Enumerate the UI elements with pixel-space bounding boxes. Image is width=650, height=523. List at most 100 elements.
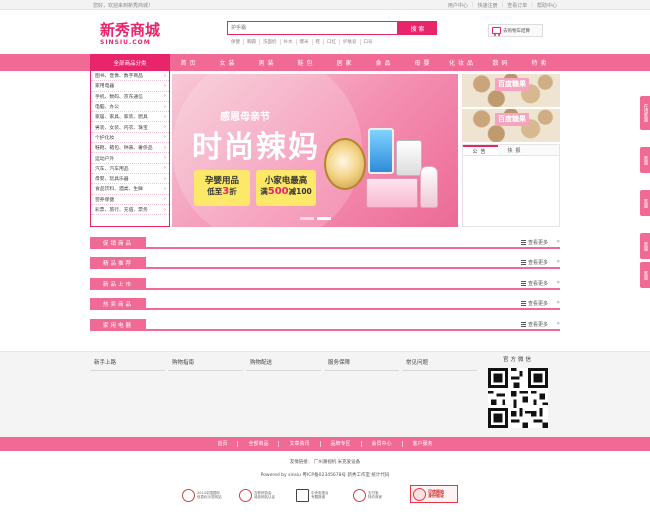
footer-link-member[interactable]: 会员中心 [362,441,403,447]
category-item[interactable]: 图书、音像、数字商品 › [91,71,169,82]
nav-item-home-living[interactable]: 居家 [326,54,365,71]
category-label: 手机、数码、京东通信 [95,94,143,100]
view-more-link[interactable]: 查看更多 [520,321,548,328]
category-item[interactable]: 汽车、汽车用品 › [91,164,169,174]
tab-announcement[interactable]: 公告 [463,145,498,155]
help-faq[interactable]: 常见问题 [402,358,477,371]
category-item[interactable]: 营养保健 › [91,195,169,205]
category-label: 电脑、办公 [95,105,119,111]
nav-item-home[interactable]: 首页 [170,54,209,71]
category-label: 个护化妆 [95,135,115,141]
banner-dot[interactable] [300,217,314,220]
category-item[interactable]: 男装、女装、内衣、珠宝 › [91,122,169,133]
all-categories-button[interactable]: 全部商品分类 [90,54,170,71]
cart-button[interactable]: 去购物车结算 [488,24,543,37]
phone-product-image [368,128,394,174]
category-label: 运动户外 [95,156,115,162]
category-item[interactable]: 彩票、旅行、充值、票务 › [91,205,169,216]
view-more-link[interactable]: 查看更多 [520,239,548,246]
view-more-link[interactable]: 查看更多 [520,259,548,266]
nav-item-bags[interactable]: 鞋包 [287,54,326,71]
help-guide[interactable]: 购物指南 [168,358,243,371]
search-button[interactable]: 搜 索 [398,21,437,35]
footer-link-service[interactable]: 客户服务 [403,441,443,447]
top-link-orders[interactable]: 查看订单 [507,2,527,9]
category-item[interactable]: 母婴、玩具乐器 › [91,174,169,185]
badge-trusted-site[interactable]: 可信网站 身份验证 [410,485,458,503]
chevron-right-icon: › [164,103,166,110]
side-tab-service[interactable]: 客服 [640,190,650,216]
help-columns: 新手上路 购物指南 购物配送 服务保障 常见问题 [90,358,477,371]
badge-alipay[interactable]: 支付宝 特约商家 [353,485,401,505]
side-tab-online-service[interactable]: 在线客服 [640,96,650,130]
diaper-product-image [366,178,418,208]
logo-cn-text: 新秀商城 [100,21,161,39]
category-item[interactable]: 家居、家具、家装、厨具 › [91,112,169,123]
category-item[interactable]: 手机、数码、京东通信 › [91,92,169,102]
floor-title: 热卖商品 [90,298,146,310]
category-item[interactable]: 家用电器 › [91,81,169,92]
help-delivery[interactable]: 购物配送 [246,358,321,371]
banner-dot-active[interactable] [317,217,331,220]
category-item[interactable]: 食品饮料、酒类、生鲜 › [91,184,169,195]
footer-link-brands[interactable]: 品牌专区 [321,441,362,447]
footer-link-articles[interactable]: 文章资讯 [279,441,321,447]
badge-demo-site[interactable]: 2014中国国际 信息化示范网站 [182,485,230,505]
view-more-link[interactable]: 查看更多 [520,300,548,307]
chevron-right-icon: › [164,72,166,79]
banner-pagination [300,217,331,220]
side-ad-2[interactable]: 百度糖果 [462,109,560,142]
nav-item-sale[interactable]: 特卖 [521,54,560,71]
top-link-register[interactable]: 快速注册 [478,2,498,9]
site-logo[interactable]: 新秀商城 SINSIU.COM [100,22,165,46]
wechat-block: 官方微信 [486,355,550,428]
cart-icon [492,27,501,36]
footer-link-all-products[interactable]: 全部商品 [238,441,280,447]
top-link-help[interactable]: 帮助中心 [537,2,557,9]
chevron-right-icon: › [164,144,166,151]
search-input[interactable] [227,21,398,35]
hot-word[interactable]: 洗面奶 [260,39,281,45]
offer-number: 500 [267,186,289,197]
tab-news[interactable]: 快报 [498,145,533,155]
side-tab-service[interactable]: 客服 [640,262,650,288]
badge-integrity[interactable]: 互联网协会 诚信网站认证 [239,485,287,505]
badge-text: 可信网站 身份验证 [428,488,444,498]
side-tab-service[interactable]: 客服 [640,147,650,173]
promo-banner[interactable]: 感恩母亲节 时尚辣妈 孕婴用品 低至3折 小家电最高 满500减100 [172,74,458,227]
friend-links: 友情链接： 广州潮视机 米克爱设备 [289,460,361,465]
nav-item-food[interactable]: 食品 [365,54,404,71]
hot-word[interactable]: 补水 [281,39,297,45]
view-more-link[interactable]: 查看更多 [520,280,548,287]
hot-word[interactable]: 口红 [324,39,340,45]
hot-word[interactable]: 保健 [228,39,244,45]
nav-item-digital[interactable]: 数码 [482,54,521,71]
help-guarantee[interactable]: 服务保障 [324,358,399,371]
chevron-right-icon: › [164,165,166,172]
category-item[interactable]: 电脑、办公 › [91,102,169,113]
side-tab-service[interactable]: 客服 [640,233,650,259]
hot-word[interactable]: 鞋 [313,39,324,45]
floor-featured: 精品推荐 查看更多 » [90,257,560,269]
badge-cctv[interactable]: 中央电视台 专题报道 [296,485,344,505]
hot-word[interactable]: 胸霜 [244,39,260,45]
nav-item-women[interactable]: 女装 [209,54,248,71]
nav-item-baby[interactable]: 母婴 [404,54,443,71]
powered-by: Powered by sinsiu 粤ICP备02345678号 新秀工作室 统… [260,473,390,478]
side-ad-1[interactable]: 百度糖果 [462,74,560,107]
category-item[interactable]: 运动户外 › [91,153,169,164]
nav-item-cosmetics[interactable]: 化妆品 [443,54,482,71]
bottle-product-image [420,166,438,208]
hot-word[interactable]: 护肤皂 [340,39,361,45]
chevron-right-icon: › [164,175,166,182]
top-link-user-center[interactable]: 用户中心 [448,2,468,9]
hot-word[interactable]: 爆米 [297,39,313,45]
hot-word[interactable]: 口号 [361,39,376,45]
nav-item-men[interactable]: 男装 [248,54,287,71]
category-item[interactable]: 鞋靴、箱包、钟表、奢侈品 › [91,143,169,154]
chevron-right-icon: › [164,196,166,203]
category-item[interactable]: 个护化妆 › [91,133,169,144]
tv-icon [296,488,309,502]
help-newbie[interactable]: 新手上路 [90,358,165,371]
footer-link-home[interactable]: 首页 [207,441,239,447]
